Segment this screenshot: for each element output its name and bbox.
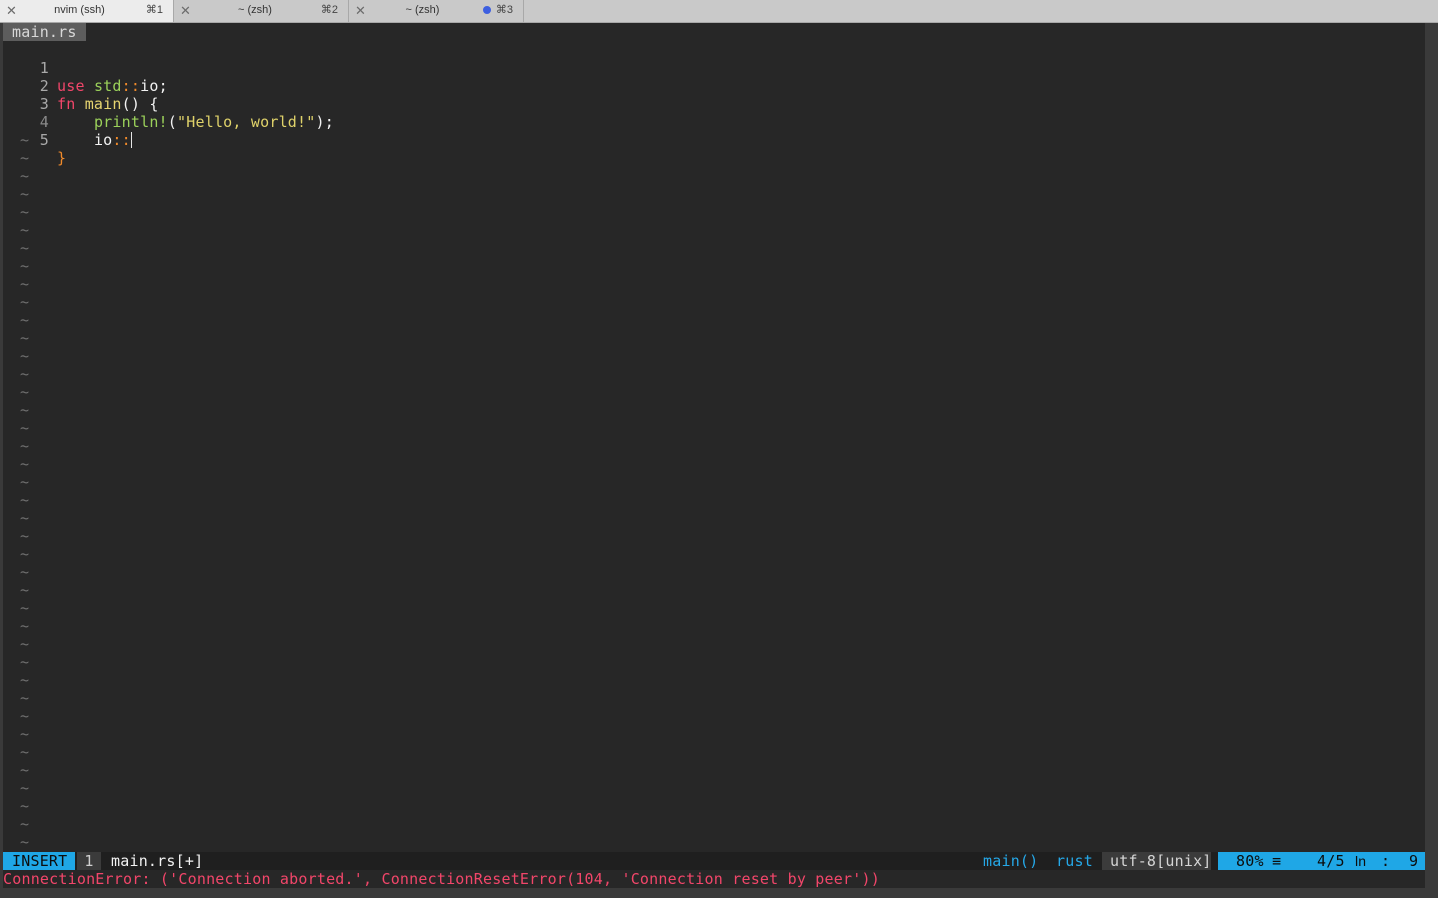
tilde-marker: ~ xyxy=(20,239,30,257)
tab-nvim-ssh[interactable]: ✕ nvim (ssh) ⌘1 xyxy=(0,0,174,22)
tilde-marker: ~ xyxy=(20,725,30,743)
tilde-marker: ~ xyxy=(20,797,30,815)
code-line[interactable]: 1 use std::io; xyxy=(3,41,1425,95)
tilde-marker: ~ xyxy=(20,185,30,203)
closing-brace: } xyxy=(57,149,67,167)
tab-shortcut: ⌘1 xyxy=(145,4,163,16)
code-line[interactable]: 5 } xyxy=(3,113,1425,167)
tilde-marker: ~ xyxy=(20,527,30,545)
text-cursor xyxy=(130,132,132,148)
tilde-marker: ~ xyxy=(20,455,30,473)
line-position: 4/5 xyxy=(1317,852,1345,870)
buffer-tab[interactable]: main.rs xyxy=(3,23,86,41)
tilde-marker: ~ xyxy=(20,257,30,275)
tilde-marker: ~ xyxy=(20,473,30,491)
tilde-marker: ~ xyxy=(20,545,30,563)
column-number: 9 xyxy=(1409,852,1419,870)
error-message: ConnectionError: ('Connection aborted.',… xyxy=(3,870,880,888)
tilde-marker: ~ xyxy=(20,689,30,707)
mode-indicator: INSERT xyxy=(3,852,75,870)
tilde-marker: ~ xyxy=(20,653,30,671)
code-line[interactable]: 2 fn main() { xyxy=(3,59,1425,113)
cursor-position: 80% ≡ 4/5 ln : 9 xyxy=(1218,852,1425,870)
filetype: rust xyxy=(1056,852,1093,870)
code-line[interactable]: 3 println!("Hello, world!"); xyxy=(3,77,1425,131)
tilde-marker: ~ xyxy=(20,149,30,167)
window-edge-right xyxy=(1425,23,1438,898)
tilde-marker: ~ xyxy=(20,815,30,833)
tilde-marker: ~ xyxy=(20,707,30,725)
tilde-marker: ~ xyxy=(20,509,30,527)
tab-shortcut: ⌘3 xyxy=(482,4,513,17)
tilde-marker: ~ xyxy=(20,365,30,383)
menu-lines-icon: ≡ xyxy=(1272,852,1282,870)
column-separator: : xyxy=(1381,852,1391,870)
code-text: } xyxy=(57,149,66,167)
buffer-number: 1 xyxy=(77,852,101,870)
ln-label: ln xyxy=(1355,853,1367,869)
tilde-marker: ~ xyxy=(20,599,30,617)
tilde-marker: ~ xyxy=(20,203,30,221)
tilde-marker: ~ xyxy=(20,167,30,185)
tilde-marker: ~ xyxy=(20,635,30,653)
tilde-marker: ~ xyxy=(20,275,30,293)
code-line-current[interactable]: 4 io:: xyxy=(3,95,1425,149)
file-encoding: utf-8[unix] xyxy=(1102,852,1211,870)
tilde-marker: ~ xyxy=(20,779,30,797)
tilde-marker: ~ xyxy=(20,401,30,419)
tilde-marker: ~ xyxy=(20,491,30,509)
scroll-percent: 80% xyxy=(1236,852,1264,870)
tilde-marker: ~ xyxy=(20,131,30,149)
tab-shortcut-text: ⌘3 xyxy=(495,4,513,16)
tilde-marker: ~ xyxy=(20,671,30,689)
tilde-marker: ~ xyxy=(20,617,30,635)
tilde-marker: ~ xyxy=(20,743,30,761)
tilde-marker: ~ xyxy=(20,347,30,365)
tilde-marker: ~ xyxy=(20,437,30,455)
current-function: main() xyxy=(983,852,1039,870)
identifier: io xyxy=(93,131,113,149)
tilde-marker: ~ xyxy=(20,419,30,437)
tilde-marker: ~ xyxy=(20,581,30,599)
activity-dot-icon xyxy=(482,6,491,14)
tilde-marker: ~ xyxy=(20,761,30,779)
terminal-tab-bar: ✕ nvim (ssh) ⌘1 ✕ ~ (zsh) ⌘2 ✕ ~ (zsh) ⌘… xyxy=(0,0,1438,23)
status-filename: main.rs[+] xyxy=(111,852,204,870)
tilde-marker: ~ xyxy=(20,833,30,851)
tilde-marker: ~ xyxy=(20,563,30,581)
tab-zsh-3[interactable]: ✕ ~ (zsh) ⌘3 xyxy=(349,0,524,22)
path-separator: :: xyxy=(112,131,131,149)
tilde-marker: ~ xyxy=(20,383,30,401)
code-text: io:: xyxy=(57,131,132,149)
tilde-marker: ~ xyxy=(20,221,30,239)
tilde-marker: ~ xyxy=(20,329,30,347)
nvim-editor[interactable]: main.rs 1 use std::io; 2 fn main() { 3 p… xyxy=(3,23,1425,888)
statusline: INSERT 1 main.rs[+] main() rust utf-8[un… xyxy=(3,852,1425,870)
tilde-marker: ~ xyxy=(20,293,30,311)
tilde-marker: ~ xyxy=(20,311,30,329)
